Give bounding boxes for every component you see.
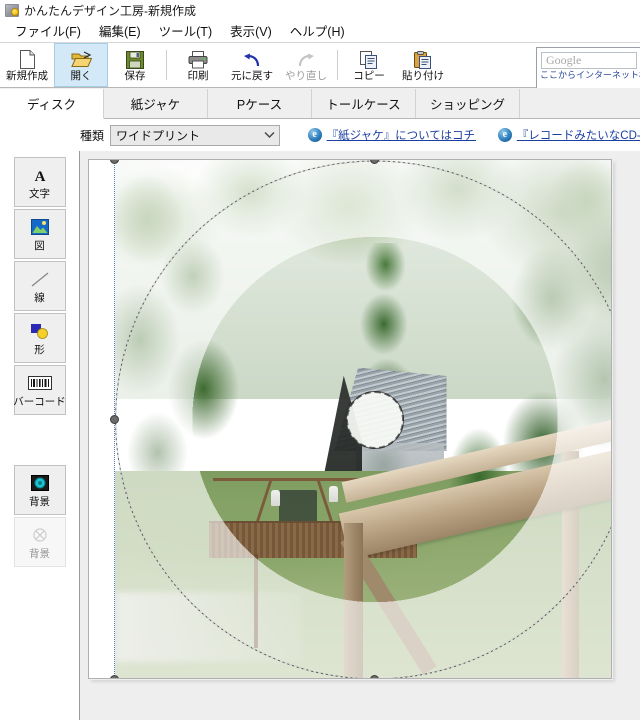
design-canvas[interactable] — [80, 151, 640, 720]
redo-arrow-icon — [295, 49, 317, 69]
tool-barcode[interactable]: バーコード — [13, 365, 66, 415]
background-add-label: 背景 — [29, 496, 50, 508]
application-window: かんたんデザイン工房-新規作成 ファイル(F) 編集(E) ツール(T) 表示(… — [0, 0, 640, 720]
toolbar-separator-1 — [166, 50, 167, 80]
background-remove-label: 背景 — [29, 548, 50, 560]
tool-barcode-label: バーコード — [13, 396, 66, 408]
tab-p-case[interactable]: Pケース — [208, 89, 312, 118]
save-button[interactable]: 保存 — [108, 43, 162, 87]
menu-file[interactable]: ファイル(F) — [6, 19, 90, 43]
options-bar: 種類 ワイドプリント e 『紙ジャケ』についてはコチラ e 『レコードみたいなC… — [0, 119, 640, 151]
shape-icon — [30, 320, 50, 342]
barcode-icon — [27, 372, 52, 394]
tab-disc[interactable]: ディスク — [0, 89, 104, 119]
paste-clipboard-icon — [412, 49, 434, 69]
new-document-label: 新規作成 — [6, 69, 48, 82]
menu-help[interactable]: ヘルプ(H) — [281, 19, 354, 43]
tab-shopping[interactable]: ショッピング — [416, 89, 520, 118]
toolbar-separator-2 — [337, 50, 338, 80]
tab-paper-jacket[interactable]: 紙ジャケ — [104, 89, 208, 118]
main-toolbar: 新規作成 開く 保存 印刷 元に戻す やり直し コピー 貼り付け Google … — [0, 43, 640, 89]
tool-palette-spacer — [0, 417, 79, 465]
open-file-button[interactable]: 開く — [54, 43, 108, 87]
tool-shape[interactable]: 形 — [13, 313, 66, 363]
tool-shape-label: 形 — [34, 344, 45, 356]
undo-button[interactable]: 元に戻す — [225, 43, 279, 87]
copy-label: コピー — [353, 69, 385, 82]
search-hint-text: ここからインターネット検索にご利用ください — [540, 70, 640, 80]
type-select-value: ワイドプリント — [116, 128, 201, 143]
copy-button[interactable]: コピー — [342, 43, 396, 87]
background-remove-icon — [31, 524, 49, 546]
tool-image[interactable]: 図 — [13, 209, 66, 259]
record-style-cdr-link-label: 『レコードみたいなCD-R — [516, 130, 640, 142]
svg-text:A: A — [34, 169, 45, 184]
background-add-icon — [30, 472, 49, 494]
print-label: 印刷 — [187, 69, 209, 82]
paper-jacket-info-link-label: 『紙ジャケ』についてはコチラ — [326, 130, 476, 142]
google-search-panel: Google ここからインターネット検索にご利用ください — [536, 47, 640, 89]
picture-icon — [30, 216, 49, 238]
background-remove-button: 背景 — [13, 517, 66, 567]
tool-palette: A 文字 図 線 形 バーコード 背景 背景 — [0, 151, 80, 720]
printer-icon — [187, 49, 209, 69]
copy-icon — [358, 49, 380, 69]
search-placeholder: Google — [546, 53, 582, 67]
save-label: 保存 — [124, 69, 146, 82]
tool-text-label: 文字 — [29, 188, 50, 200]
search-input[interactable]: Google — [541, 52, 637, 69]
tool-text[interactable]: A 文字 — [13, 157, 66, 207]
type-label: 種類 — [80, 128, 105, 143]
paste-label: 貼り付け — [402, 69, 444, 82]
chevron-down-icon — [260, 126, 279, 145]
canvas-sheet[interactable] — [88, 159, 612, 679]
background-add-button[interactable]: 背景 — [13, 465, 66, 515]
undo-label: 元に戻す — [231, 69, 273, 82]
tool-image-label: 図 — [34, 240, 45, 252]
redo-label: やり直し — [285, 69, 327, 82]
text-a-icon: A — [31, 164, 49, 186]
redo-button: やり直し — [279, 43, 333, 87]
record-style-cdr-link[interactable]: e 『レコードみたいなCD-R — [497, 127, 640, 143]
menu-view[interactable]: 表示(V) — [221, 19, 281, 43]
tool-line[interactable]: 線 — [13, 261, 66, 311]
paste-button[interactable]: 貼り付け — [396, 43, 450, 87]
menu-edit[interactable]: 編集(E) — [90, 19, 150, 43]
open-folder-icon — [70, 49, 92, 69]
line-icon — [30, 268, 50, 290]
ie-browser-icon: e — [497, 128, 512, 142]
new-document-icon — [16, 49, 38, 69]
section-tabs: ディスク 紙ジャケ Pケース トールケース ショッピング — [0, 88, 640, 119]
save-floppy-icon — [124, 49, 146, 69]
tool-line-label: 線 — [34, 292, 45, 304]
undo-arrow-icon — [241, 49, 263, 69]
menu-bar: ファイル(F) 編集(E) ツール(T) 表示(V) ヘルプ(H) — [0, 20, 640, 43]
workspace: A 文字 図 線 形 バーコード 背景 背景 — [0, 151, 640, 720]
ie-browser-icon: e — [307, 128, 322, 142]
background-photo[interactable] — [115, 160, 611, 678]
open-file-label: 開く — [70, 69, 92, 82]
menu-tools[interactable]: ツール(T) — [150, 19, 221, 43]
type-select[interactable]: ワイドプリント — [110, 124, 280, 146]
tab-tall-case[interactable]: トールケース — [312, 89, 416, 118]
disc-center-hole-outline — [346, 390, 404, 449]
app-disc-icon — [5, 3, 19, 17]
title-bar: かんたんデザイン工房-新規作成 — [0, 0, 640, 20]
print-button[interactable]: 印刷 — [171, 43, 225, 87]
new-document-button[interactable]: 新規作成 — [0, 43, 54, 87]
paper-jacket-info-link[interactable]: e 『紙ジャケ』についてはコチラ — [307, 127, 476, 143]
window-title: かんたんデザイン工房-新規作成 — [24, 3, 196, 18]
